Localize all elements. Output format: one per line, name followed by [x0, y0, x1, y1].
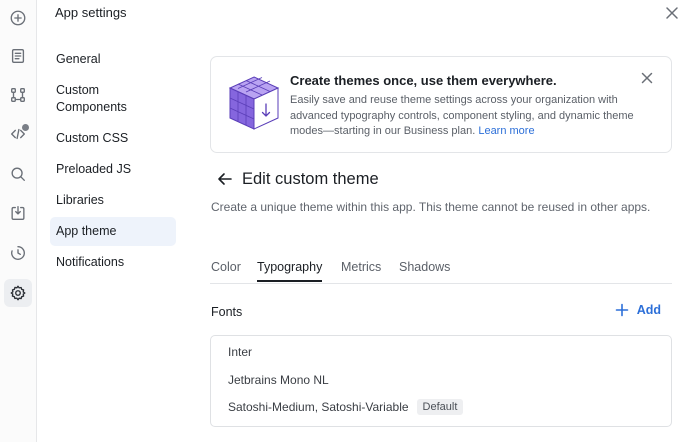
nav-item-libraries[interactable]: Libraries: [50, 186, 176, 215]
tab-metrics[interactable]: Metrics: [341, 260, 381, 282]
learn-more-link[interactable]: Learn more: [478, 125, 534, 137]
font-list: Inter Jetbrains Mono NL Satoshi-Medium, …: [210, 335, 672, 427]
nav-item-custom-css[interactable]: Custom CSS: [50, 124, 176, 153]
nav-item-general[interactable]: General: [50, 45, 176, 74]
plus-icon: [615, 303, 628, 317]
banner-text: Easily save and reuse theme settings acr…: [290, 94, 634, 137]
upsell-banner: Create themes once, use them everywhere.…: [210, 56, 672, 153]
font-name: Satoshi-Medium, Satoshi-Variable: [228, 400, 409, 414]
notification-dot: [22, 124, 29, 131]
nav-item-notifications[interactable]: Notifications: [50, 248, 176, 277]
main-content: Create themes once, use them everywhere.…: [210, 56, 672, 427]
font-item[interactable]: Inter: [228, 345, 252, 359]
import-icon[interactable]: [4, 199, 32, 227]
font-name: Jetbrains Mono NL: [228, 373, 329, 387]
page-description: Create a unique theme within this app. T…: [211, 200, 651, 214]
add-font-label: Add: [636, 303, 661, 317]
font-item[interactable]: Jetbrains Mono NL: [228, 373, 329, 387]
font-item[interactable]: Satoshi-Medium, Satoshi-Variable Default: [228, 399, 464, 415]
fonts-label: Fonts: [211, 305, 243, 319]
banner-body: Easily save and reuse theme settings acr…: [290, 93, 640, 140]
font-name: Inter: [228, 345, 253, 359]
add-font-button[interactable]: Add: [615, 303, 661, 317]
page-header: Edit custom theme: [216, 168, 379, 190]
page-icon[interactable]: [4, 42, 32, 70]
tab-typography[interactable]: Typography: [257, 260, 323, 282]
settings-header: App settings: [38, 0, 690, 30]
banner-title: Create themes once, use them everywhere.: [290, 73, 557, 88]
nav-item-custom-components[interactable]: Custom Components: [50, 76, 176, 122]
tab-shadows[interactable]: Shadows: [399, 260, 450, 282]
theme-cube-icon: [228, 76, 280, 130]
settings-icon[interactable]: [4, 279, 32, 307]
search-icon[interactable]: [4, 160, 32, 188]
nav-item-app-theme[interactable]: App theme: [50, 217, 176, 246]
back-arrow-icon[interactable]: [216, 170, 234, 188]
page-title: Edit custom theme: [242, 169, 379, 188]
tab-color[interactable]: Color: [211, 260, 241, 282]
header-title: App settings: [55, 5, 127, 20]
default-badge: Default: [416, 399, 464, 415]
add-circle-icon[interactable]: [4, 4, 32, 32]
nav-item-preloaded-js[interactable]: Preloaded JS: [50, 155, 176, 184]
banner-close-icon[interactable]: [641, 71, 657, 87]
theme-tabs: Color Typography Metrics Shadows: [210, 256, 672, 284]
close-icon[interactable]: [662, 3, 682, 23]
history-icon[interactable]: [4, 239, 32, 267]
settings-nav: General Custom Components Custom CSS Pre…: [50, 45, 176, 279]
icon-rail: [0, 0, 37, 442]
code-icon[interactable]: [4, 120, 32, 148]
nodes-icon[interactable]: [4, 81, 32, 109]
